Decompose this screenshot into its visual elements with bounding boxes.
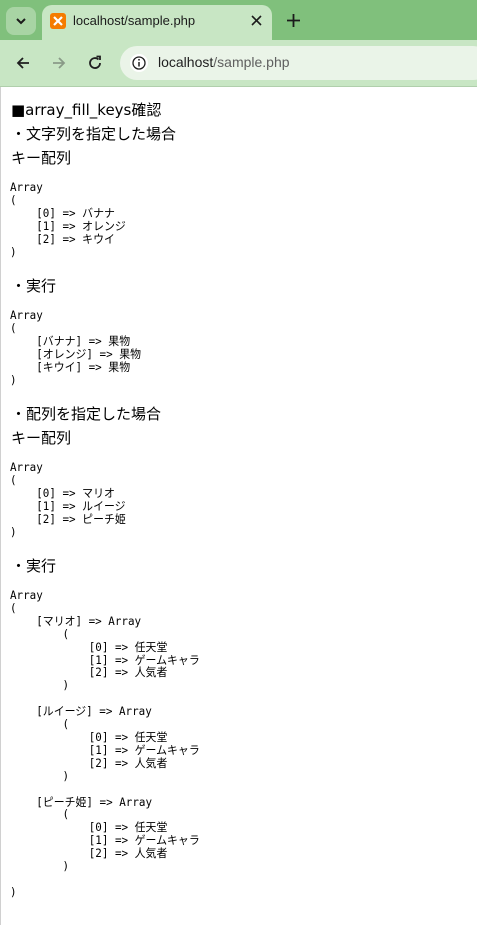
forward-button[interactable] (47, 51, 71, 75)
section2-result-dump: Array ( [マリオ] => Array ( [0] => 任天堂 [1] … (10, 588, 200, 899)
xampp-icon (50, 13, 66, 29)
section1-run-label: ・実行 (11, 277, 57, 295)
tab-title: localhost/sample.php (73, 13, 196, 28)
close-icon[interactable] (247, 11, 265, 29)
section2-run-label: ・実行 (11, 557, 57, 575)
url-text: localhost/sample.php (158, 54, 290, 70)
plus-icon (286, 13, 300, 27)
tab-active[interactable]: localhost/sample.php (42, 5, 272, 40)
section1-result-dump: Array ( [バナナ] => 果物 [オレンジ] => 果物 [キウイ] =… (10, 308, 142, 387)
section2-keys-dump: Array ( [0] => マリオ [1] => ルイージ [2] => ピー… (10, 460, 126, 539)
reload-icon (89, 55, 101, 69)
reload-button[interactable] (83, 51, 107, 75)
tab-search-button[interactable] (6, 7, 36, 35)
toolbar: localhost/sample.php (0, 40, 477, 87)
tab-strip: localhost/sample.php (0, 0, 477, 40)
section1-title: ・文字列を指定した場合 (11, 125, 177, 143)
new-tab-button[interactable] (282, 9, 304, 31)
arrow-right-icon (53, 57, 66, 69)
url-host: localhost (158, 54, 214, 70)
page-content: ■array_fill_keys確認 ・文字列を指定した場合 キー配列 Arra… (0, 87, 477, 925)
section1-keys-dump: Array ( [0] => バナナ [1] => オレンジ [2] => キウ… (10, 180, 126, 259)
page-heading: ■array_fill_keys確認 (11, 101, 162, 119)
section1-key-label: キー配列 (11, 149, 72, 167)
back-button[interactable] (11, 51, 35, 75)
url-path: /sample.php (213, 54, 290, 70)
arrow-left-icon (16, 57, 29, 69)
info-icon[interactable] (130, 54, 148, 72)
section2-title: ・配列を指定した場合 (11, 405, 162, 423)
address-bar[interactable]: localhost/sample.php (120, 46, 477, 80)
chevron-down-icon (16, 18, 26, 25)
section2-key-label: キー配列 (11, 429, 72, 447)
